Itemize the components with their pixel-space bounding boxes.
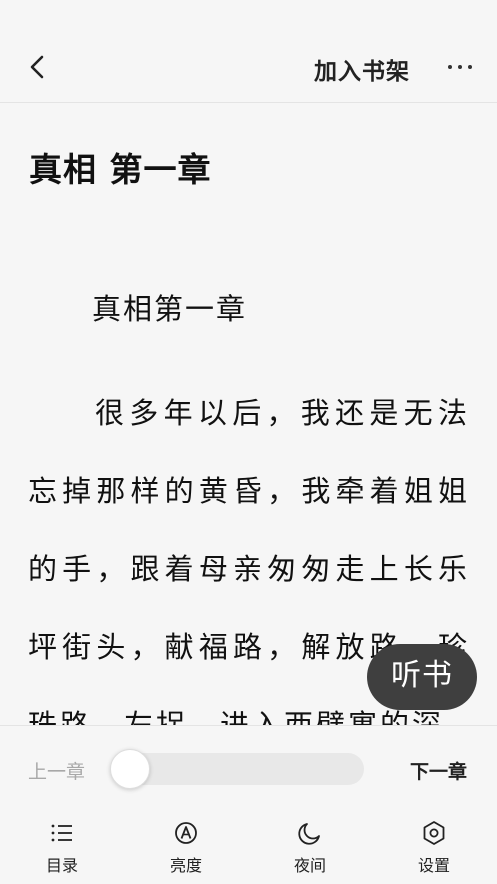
more-dot: [448, 65, 452, 69]
more-dot: [458, 65, 462, 69]
listen-button[interactable]: 听书: [367, 644, 477, 710]
top-bar: 加入书架: [0, 0, 497, 103]
chapter-title: 真相 第一章: [29, 150, 212, 189]
moon-icon: [298, 823, 320, 845]
section-heading: 真相第一章: [92, 292, 248, 326]
bottom-toolbar: 上一章 下一章 目录 亮度 夜间 设置: [0, 725, 497, 884]
brightness-icon: [175, 822, 197, 844]
nav-settings-label: 设置: [417, 856, 450, 875]
add-to-shelf-button[interactable]: 加入书架: [314, 52, 410, 86]
nav-night-mode-label: 夜间: [293, 856, 326, 875]
prev-chapter-button[interactable]: 上一章: [28, 757, 85, 784]
progress-slider-thumb[interactable]: [110, 749, 150, 789]
nav-brightness[interactable]: 亮度: [146, 816, 226, 876]
nav-toc[interactable]: 目录: [22, 816, 102, 876]
nav-night-mode[interactable]: 夜间: [270, 816, 350, 876]
more-button[interactable]: [440, 52, 480, 82]
chevron-left-icon: [30, 55, 44, 79]
nav-brightness-label: 亮度: [169, 856, 202, 875]
settings-icon: [423, 821, 445, 845]
chapter-progress-slider[interactable]: [110, 749, 364, 789]
next-chapter-button[interactable]: 下一章: [410, 757, 467, 784]
more-dot: [468, 65, 472, 69]
reading-area[interactable]: 真相 第一章 真相第一章 很多年以后，我还是无法忘掉那样的黄昏，我牵着姐姐的手，…: [0, 103, 497, 725]
list-icon: [51, 824, 72, 842]
nav-settings[interactable]: 设置: [394, 816, 474, 876]
nav-toc-label: 目录: [45, 856, 78, 875]
back-button[interactable]: [22, 50, 54, 84]
